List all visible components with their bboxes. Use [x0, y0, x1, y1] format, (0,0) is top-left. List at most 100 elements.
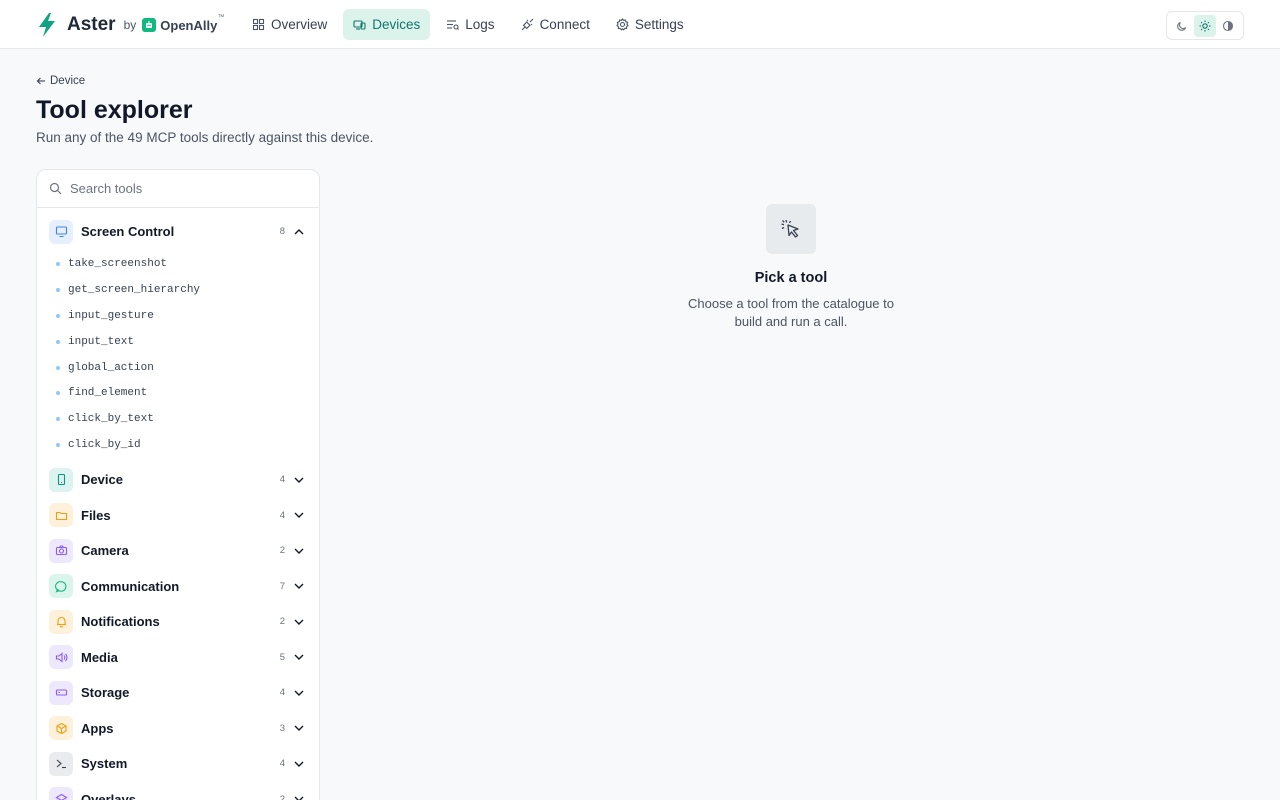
category-notifications[interactable]: Notifications 2 — [37, 604, 319, 640]
moon-icon — [1176, 21, 1186, 31]
brand-by-label: by — [123, 18, 137, 32]
category-camera[interactable]: Camera 2 — [37, 533, 319, 569]
nav-settings[interactable]: Settings — [606, 9, 694, 40]
tool-item[interactable]: get_screen_hierarchy — [37, 277, 319, 303]
empty-state-title: Pick a tool — [754, 270, 828, 286]
nav-connect[interactable]: Connect — [511, 9, 600, 40]
category-device[interactable]: Device 4 — [37, 462, 319, 498]
category-name: Apps — [81, 720, 114, 736]
chevron-down-icon — [294, 583, 304, 590]
chevron-down-icon — [294, 796, 304, 800]
bullet-dot — [56, 288, 60, 293]
nav-connect-label: Connect — [539, 17, 590, 32]
bullet-dot — [56, 391, 60, 396]
nav-devices-label: Devices — [372, 17, 421, 32]
category-system[interactable]: System 4 — [37, 746, 319, 782]
tool-name: global_action — [68, 361, 154, 374]
nav-settings-label: Settings — [634, 17, 684, 32]
category-overlays[interactable]: Overlays 2 — [37, 781, 319, 800]
brand-name: Aster — [67, 14, 116, 35]
back-link-label: Device — [50, 75, 86, 87]
category-name: Overlays — [81, 791, 136, 800]
tool-name: input_text — [68, 335, 135, 348]
phone-icon — [49, 467, 73, 492]
chevron-up-icon — [294, 228, 304, 235]
page-subtitle: Run any of the 49 MCP tools directly aga… — [36, 130, 374, 145]
chevron-down-icon — [294, 690, 304, 696]
tool-name: click_by_id — [68, 438, 141, 451]
category-count: 4 — [279, 687, 285, 699]
bullet-dot — [56, 365, 60, 370]
bell-icon — [49, 609, 73, 634]
terminal-icon — [49, 751, 73, 776]
category-count: 3 — [279, 722, 285, 734]
category-count: 5 — [279, 651, 285, 663]
back-link[interactable]: Device — [36, 75, 85, 87]
tool-name: input_gesture — [68, 309, 154, 322]
category-name: Screen Control — [81, 224, 175, 240]
layers-icon — [49, 787, 73, 800]
partner-trademark: ™ — [217, 14, 225, 21]
category-name: Notifications — [81, 614, 160, 630]
category-name: Camera — [81, 543, 129, 559]
category-count: 2 — [279, 616, 285, 628]
camera-icon — [49, 538, 73, 563]
category-name: Storage — [81, 685, 130, 701]
top-bar: Aster by OpenAlly ™ Overview Devices Log… — [0, 0, 1280, 49]
tool-name: find_element — [68, 387, 148, 400]
bullet-dot — [56, 262, 60, 267]
category-count: 7 — [279, 580, 285, 592]
monitor-icon — [49, 219, 73, 244]
category-screen-control[interactable]: Screen Control 8 — [37, 214, 319, 250]
logs-icon — [447, 20, 460, 30]
plug-icon — [521, 18, 533, 31]
search-bar — [37, 170, 319, 208]
theme-system-button[interactable] — [1217, 15, 1239, 37]
partner-name: OpenAlly — [160, 17, 218, 33]
category-apps[interactable]: Apps 3 — [37, 710, 319, 746]
theme-light-button[interactable] — [1193, 14, 1216, 37]
search-input[interactable] — [70, 181, 290, 196]
nav-overview-label: Overview — [271, 17, 328, 32]
category-files[interactable]: Files 4 — [37, 497, 319, 533]
category-media[interactable]: Media 5 — [37, 639, 319, 675]
category-count: 4 — [279, 509, 285, 521]
tool-item[interactable]: global_action — [37, 355, 319, 381]
folder-icon — [49, 503, 73, 528]
grid-icon — [252, 18, 265, 31]
tool-name: get_screen_hierarchy — [68, 284, 201, 297]
tool-item[interactable]: take_screenshot — [37, 252, 319, 278]
tool-item[interactable]: click_by_text — [37, 406, 319, 432]
category-count: 2 — [279, 793, 285, 800]
nav-logs-label: Logs — [465, 17, 495, 32]
tool-item[interactable]: input_gesture — [37, 303, 319, 329]
nav-devices[interactable]: Devices — [343, 9, 431, 40]
tool-item[interactable]: click_by_id — [37, 432, 319, 458]
bullet-dot — [56, 417, 60, 422]
page-title: Tool explorer — [36, 96, 193, 124]
category-name: Media — [81, 649, 118, 665]
theme-dark-button[interactable] — [1171, 15, 1193, 37]
chat-icon — [49, 574, 73, 599]
nav-overview[interactable]: Overview — [242, 9, 337, 40]
category-communication[interactable]: Communication 7 — [37, 568, 319, 604]
nav-logs[interactable]: Logs — [436, 9, 504, 40]
category-name: Device — [81, 472, 123, 488]
speaker-icon — [49, 645, 73, 670]
openally-logo-icon — [142, 18, 157, 32]
tool-name: click_by_text — [68, 413, 154, 426]
category-count: 4 — [279, 474, 285, 486]
tool-item[interactable]: find_element — [37, 380, 319, 406]
brand[interactable]: Aster by OpenAlly ™ — [36, 12, 224, 38]
main-nav: Overview Devices Logs Connect Settings — [242, 9, 694, 40]
tool-item[interactable]: input_text — [37, 329, 319, 355]
chevron-down-icon — [294, 512, 304, 519]
package-icon — [49, 716, 73, 741]
chevron-down-icon — [294, 654, 304, 661]
chevron-down-icon — [294, 548, 304, 554]
category-storage[interactable]: Storage 4 — [37, 675, 319, 711]
pointer-click-icon — [766, 204, 816, 254]
gear-icon — [616, 18, 629, 31]
bullet-dot — [56, 442, 60, 447]
devices-icon — [353, 20, 366, 30]
